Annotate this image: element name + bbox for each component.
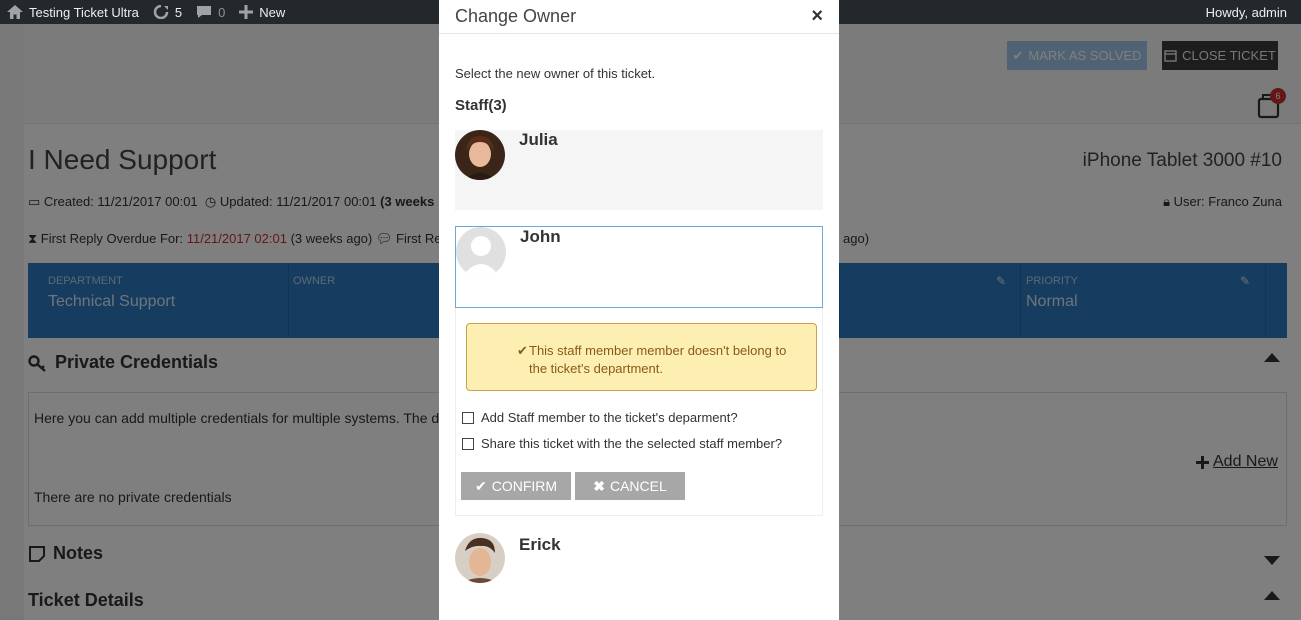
share-ticket-option[interactable]: Share this ticket with the the selected … (462, 436, 782, 451)
modal-title: Change Owner (455, 6, 577, 26)
share-ticket-label: Share this ticket with the the selected … (481, 436, 783, 451)
confirm-label: CONFIRM (491, 478, 558, 494)
comments-count: 0 (218, 4, 226, 20)
x-icon: ✖ (593, 477, 605, 494)
cancel-label: CANCEL (609, 478, 667, 494)
staff-item-julia[interactable]: Julia (455, 130, 823, 210)
new-content-menu[interactable]: New (232, 0, 292, 24)
staff-count: Staff(3) (455, 97, 507, 114)
site-menu[interactable]: Testing Ticket Ultra (0, 0, 146, 24)
howdy-text: Howdy, admin (1205, 4, 1287, 20)
home-icon (7, 5, 23, 19)
staff-name: Julia (519, 130, 558, 149)
add-to-department-option[interactable]: Add Staff member to the ticket's deparme… (462, 410, 738, 425)
plus-icon (239, 5, 254, 19)
warning-text: This staff member member doesn't belong … (529, 343, 787, 376)
department-warning: ✔ This staff member member doesn't belon… (466, 323, 817, 391)
new-label: New (259, 4, 286, 20)
add-to-department-checkbox[interactable] (462, 411, 474, 424)
staff-name: Erick (519, 535, 561, 554)
account-menu[interactable]: Howdy, admin (1199, 0, 1301, 24)
avatar (455, 533, 505, 583)
share-ticket-checkbox[interactable] (462, 437, 474, 450)
modal-intro: Select the new owner of this ticket. (455, 66, 656, 81)
close-icon[interactable]: × (811, 5, 823, 28)
updates-count: 5 (174, 4, 183, 20)
check-icon: ✔ (517, 343, 528, 358)
confirm-button[interactable]: ✔ CONFIRM (461, 472, 571, 500)
check-icon: ✔ (474, 477, 487, 494)
avatar (456, 227, 506, 277)
staff-item-john[interactable]: John (455, 226, 823, 308)
modal-header: Change Owner × (439, 0, 839, 34)
updates-icon (153, 5, 169, 19)
updates-menu[interactable]: 5 (146, 0, 189, 24)
staff-name: John (520, 227, 561, 246)
add-to-department-label: Add Staff member to the ticket's deparme… (481, 410, 738, 425)
comment-icon (197, 6, 212, 18)
avatar (455, 130, 505, 180)
site-name: Testing Ticket Ultra (29, 4, 139, 20)
staff-item-erick[interactable]: Erick (455, 533, 823, 593)
comments-menu[interactable]: 0 (189, 0, 232, 24)
cancel-button[interactable]: ✖ CANCEL (575, 472, 685, 500)
